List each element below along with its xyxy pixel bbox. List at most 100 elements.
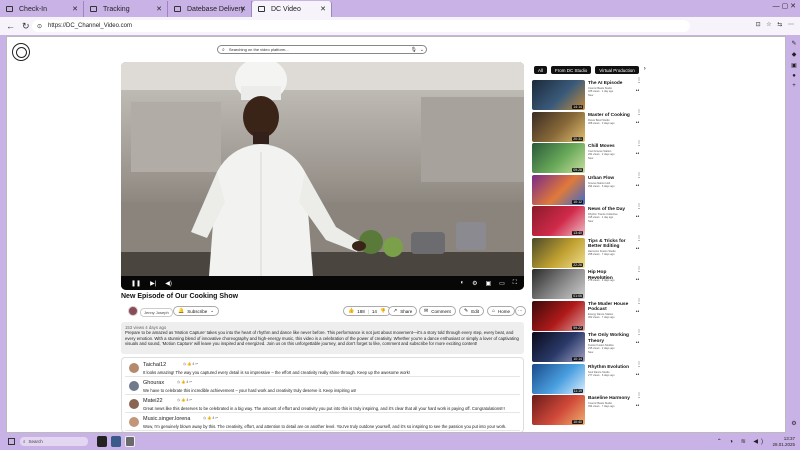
video-thumbnail[interactable]: 14:14 [532,80,585,110]
video-thumbnail[interactable]: 11:19 [532,363,585,394]
comment-username[interactable]: Ghourax [143,380,164,386]
comment-username[interactable]: Taichai12 [143,362,166,368]
comment-action-icons[interactable]: ◷ 👍 4 ↩ [177,398,192,402]
add-to-queue-icon[interactable]: ▸● [636,277,639,281]
recommended-title[interactable]: Baseline Harmony [588,396,630,402]
like-dislike-button[interactable]: 👍 188 | 14 👎 [343,306,391,316]
recommended-title[interactable]: Tips & Tricks for Better Editing [588,239,630,250]
more-vert-icon[interactable]: ⋮ [636,362,642,368]
channel-name[interactable]: Jenny Joseph [140,308,173,317]
taskbar-app-files-icon[interactable] [111,436,121,447]
collections-icon[interactable]: ▣ [791,62,797,69]
recommended-video[interactable]: 22:26 Tips & Tricks for Better Editing Har… [532,236,642,268]
add-to-queue-icon[interactable]: ▸● [636,372,639,376]
theater-icon[interactable]: ▭ [499,280,505,287]
recommended-title[interactable]: Master of Cooking [588,113,630,119]
comment-avatar[interactable] [129,399,139,409]
video-thumbnail[interactable]: 59:22 [532,300,585,331]
thumbs-up-icon[interactable]: 👍 [348,308,354,314]
taskbar-search-input[interactable]: Search [29,439,43,444]
recommended-video[interactable]: 09:26 Chill Moves Cool Groove Station 291 v… [532,141,642,173]
recommended-video[interactable]: 20:31 Master of Cooking Flavor Bowl Studio… [532,110,642,142]
recommended-video[interactable]: 11:19 Rhythm Evolution Soul Dance Studio 27… [532,362,642,394]
taskbar-search[interactable]: ⌕ Search [20,437,88,446]
site-info-icon[interactable]: ⊙ [37,23,42,30]
video-thumbnail[interactable]: 20:31 [532,111,585,142]
add-to-queue-icon[interactable]: ▸● [636,183,639,187]
comment-button[interactable]: ✉ Comment [419,306,456,316]
video-thumbnail[interactable]: 13:40 [532,206,585,236]
start-button[interactable] [8,438,15,445]
add-to-queue-icon[interactable]: ▸● [636,120,639,124]
recommended-video[interactable]: 13:40 News of the Day Rhythm Trance Collec… [532,204,642,236]
close-icon[interactable]: ✕ [156,5,162,13]
reload-icon[interactable]: ↻ [22,21,32,32]
comment-username[interactable]: Matei22 [143,398,163,404]
add-to-queue-icon[interactable]: ▸● [636,403,639,407]
video-description[interactable]: 153 views 4 days ago Prepare to be amaze… [121,322,524,354]
home-button[interactable]: ⌂ Home [487,306,516,316]
taskbar-app-browser-icon[interactable] [125,436,135,447]
more-vert-icon[interactable]: ⋮ [636,299,642,305]
video-thumbnail[interactable]: 01:06 [532,269,585,299]
video-thumbnail[interactable]: 10:12 [532,174,585,205]
comment-action-icons[interactable]: ◷ 👍 4 ↩ [177,380,192,384]
site-logo-icon[interactable] [12,43,30,61]
more-vert-icon[interactable]: ⋮ [636,393,642,399]
microphone-icon[interactable]: 🎙 [411,47,417,53]
recommended-video[interactable]: 14:14 The AI Episode Cosmic Beats Studio 32… [532,78,642,110]
play-pause-icon[interactable]: ❚❚ [131,280,141,287]
more-button[interactable]: ⋯ [515,306,526,316]
add-to-queue-icon[interactable]: ▸● [636,309,639,313]
more-vert-icon[interactable]: ⋮ [636,267,642,273]
recommended-title[interactable]: The Only Working Theory [588,333,630,344]
browser-toolbar-icons[interactable]: ⊡ ☆ ⇆ ⋯ [756,21,796,28]
recommended-title[interactable]: The AI Episode [588,81,630,87]
tab-tracking[interactable]: Tracking ✕ [84,1,168,17]
search-bar[interactable]: ⌕ Searching on the video platform... 🎙 ⌄ [217,45,427,54]
recommended-title[interactable]: The Muder House Podcast [588,302,630,313]
tab-database-delivery[interactable]: Datebase Delivery ✕ [168,1,252,17]
recommended-video[interactable]: 10:14 The Only Working Theory Fusion Fusio… [532,330,642,362]
miniplayer-icon[interactable]: ▣ [485,280,491,287]
system-clock[interactable]: 13:37 28.01.2025 [772,436,795,447]
settings-icon[interactable]: ⚙ [791,420,796,427]
recommended-title[interactable]: Urban Flow [588,176,630,182]
comment-avatar[interactable] [129,381,139,391]
chevron-down-icon[interactable]: ⌄ [420,47,424,53]
apps-icon[interactable]: ● [792,73,796,79]
back-icon[interactable]: ← [6,21,16,31]
taskbar-app-terminal-icon[interactable] [97,436,107,447]
fullscreen-icon[interactable]: ⛶ [513,280,517,287]
volume-icon[interactable]: ◀) [165,280,172,287]
add-to-queue-icon[interactable]: ▸● [636,88,639,92]
comment-username[interactable]: Music.singer.lorena [143,416,190,422]
comment-avatar[interactable] [129,417,139,427]
close-icon[interactable]: ✕ [72,5,78,13]
tab-dc-video[interactable]: DC Video ✕ [252,1,332,17]
search-input[interactable]: Searching on the video platform... [229,47,289,52]
subscribe-button[interactable]: 🔔 Subscribe ⌄ [173,306,220,316]
filter-chip-virtual-production[interactable]: Virtual Production [595,66,639,74]
thumbs-down-icon[interactable]: 👎 [380,308,386,314]
more-vert-icon[interactable]: ⋮ [636,236,642,242]
tab-check-in[interactable]: Check-In ✕ [0,1,84,17]
close-icon[interactable]: ✕ [320,5,326,13]
more-vert-icon[interactable]: ⋮ [636,78,642,84]
recommended-video[interactable]: 10:40 Baseline Harmony Cosmic Beats Studio… [532,393,642,425]
edit-button[interactable]: ✎ Edit [459,306,484,316]
add-to-queue-icon[interactable]: ▸● [636,151,639,155]
video-thumbnail[interactable]: 10:14 [532,332,585,362]
add-to-queue-icon[interactable]: ▸● [636,340,639,344]
more-vert-icon[interactable]: ⋮ [636,110,642,116]
close-icon[interactable]: ✕ [240,5,246,13]
video-player[interactable]: ❚❚ ▶| ◀) ◐ ⚙ ▣ ▭ ⛶ [121,62,524,290]
recommended-video[interactable]: 10:12 Urban Flow Groove Nation Hub 294 view… [532,173,642,205]
add-icon[interactable]: + [792,83,796,89]
filter-chip-dc-studio[interactable]: From DC Studio [551,66,592,74]
comment-action-icons[interactable]: ◷ 👍 4 ↩ [203,416,218,420]
video-thumbnail[interactable]: 09:26 [532,143,585,173]
channel-avatar[interactable] [128,306,138,316]
video-thumbnail[interactable]: 10:40 [532,395,585,425]
recommended-video[interactable]: 01:06 Hip Hop Revolution Dance Flair Studi… [532,267,642,299]
